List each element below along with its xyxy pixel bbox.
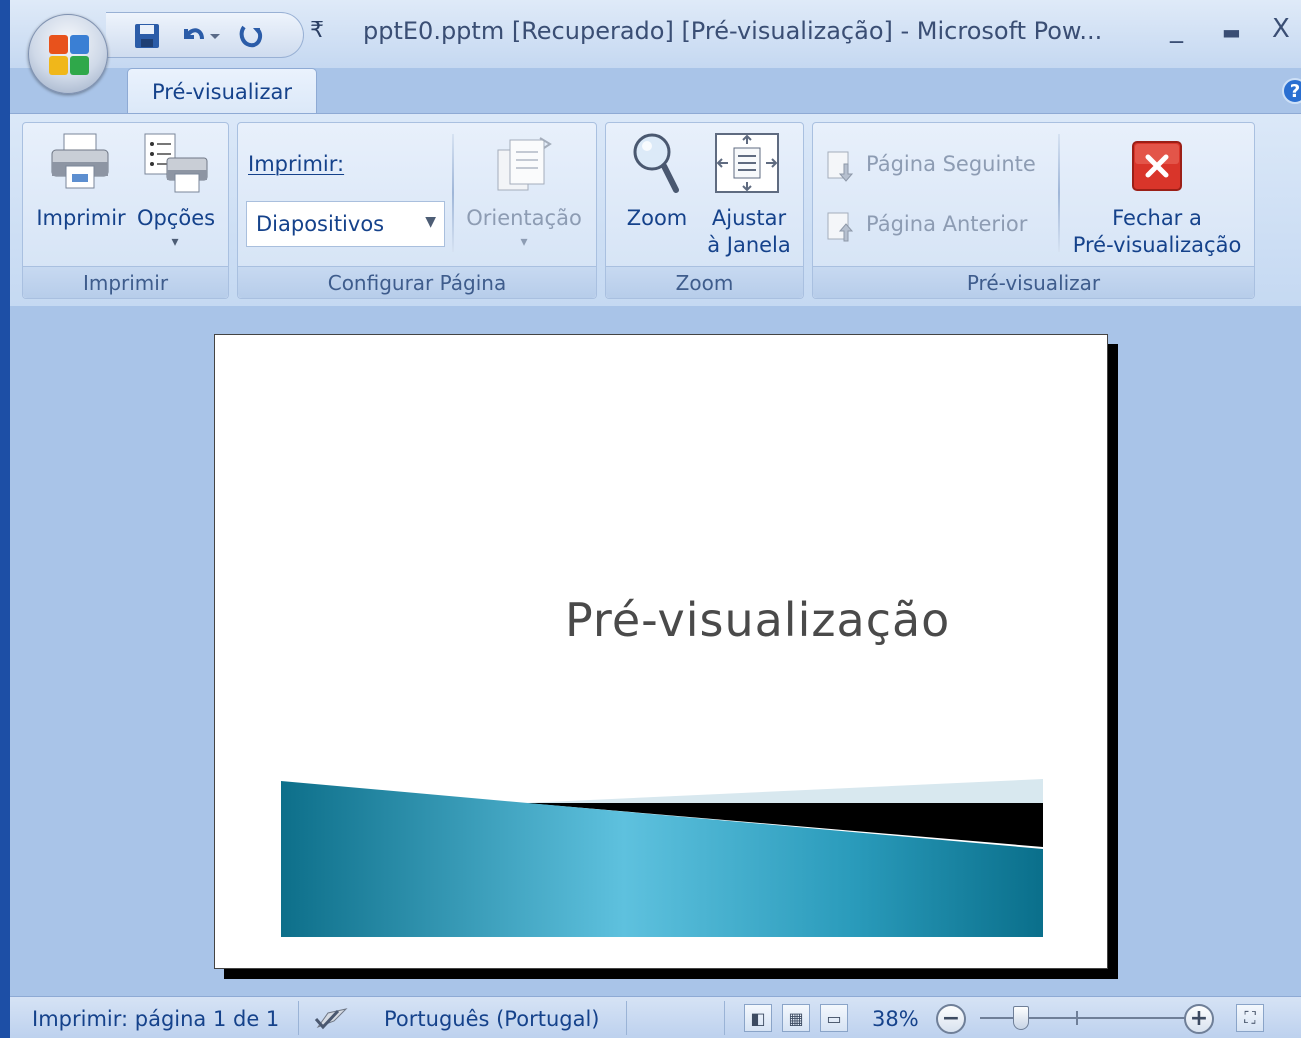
window-title: pptE0.pptm [Recuperado] [Pré-visualizaçã…: [363, 17, 1103, 45]
ribbon: Imprimir Imprimir Opções ▾ Configurar Pá…: [10, 113, 1301, 306]
customize-qat-icon[interactable]: ₹: [310, 18, 324, 43]
help-icon[interactable]: ?: [1282, 78, 1301, 104]
orientation-icon[interactable]: [494, 136, 554, 196]
zoom-slider[interactable]: [980, 1017, 1192, 1019]
quick-access-toolbar: [106, 12, 304, 58]
spellcheck-icon[interactable]: [314, 1005, 348, 1033]
status-divider: [626, 1001, 627, 1035]
zoom-level[interactable]: 38%: [872, 1007, 919, 1031]
group-label-configurar: Configurar Página: [238, 266, 596, 298]
tab-pre-visualizar[interactable]: Pré-visualizar: [127, 68, 317, 114]
maximize-button[interactable]: ▬: [1222, 20, 1241, 44]
zoom-button[interactable]: Zoom: [622, 205, 692, 232]
print-options-icon[interactable]: [143, 132, 209, 194]
fit-window-label-2[interactable]: à Janela: [704, 232, 794, 259]
undo-icon[interactable]: [178, 21, 208, 51]
close-preview-label-2[interactable]: Pré-visualização: [1068, 232, 1246, 259]
previous-page-icon[interactable]: [826, 211, 856, 243]
slide-preview[interactable]: Pré-visualização: [214, 334, 1108, 969]
fit-window-label-1[interactable]: Ajustar: [704, 205, 794, 232]
redo-icon[interactable]: [236, 21, 266, 51]
fit-slide-icon[interactable]: ⛶: [1236, 1004, 1264, 1032]
chevron-down-icon: ▼: [425, 214, 436, 230]
save-icon[interactable]: [132, 21, 162, 51]
undo-dropdown-icon[interactable]: [208, 21, 222, 51]
print-what-label: Imprimir:: [248, 152, 345, 176]
group-label-imprimir: Imprimir: [23, 266, 228, 298]
status-divider: [298, 1001, 299, 1035]
next-page-icon[interactable]: [826, 150, 856, 182]
close-preview-icon[interactable]: [1131, 140, 1183, 192]
slide-show-view-icon[interactable]: ▭: [820, 1004, 848, 1032]
printer-icon[interactable]: [48, 132, 112, 192]
zoom-in-button[interactable]: +: [1184, 1004, 1214, 1034]
orientation-button[interactable]: Orientação: [465, 205, 583, 232]
options-button[interactable]: Opções: [136, 205, 216, 232]
slide-banner-graphic: [281, 779, 1043, 937]
orientation-dropdown-icon[interactable]: ▾: [514, 229, 534, 256]
slide-sorter-view-icon[interactable]: ▦: [782, 1004, 810, 1032]
zoom-slider-center-tick: [1076, 1011, 1078, 1025]
office-button[interactable]: [28, 14, 108, 94]
status-bar: Imprimir: página 1 de 1 Português (Portu…: [10, 996, 1301, 1038]
normal-view-icon[interactable]: ◧: [744, 1004, 772, 1032]
group-divider: [1058, 134, 1060, 252]
office-logo-icon: [49, 35, 89, 75]
fit-to-window-icon[interactable]: [714, 132, 780, 194]
next-page-button[interactable]: Página Seguinte: [866, 151, 1036, 178]
status-divider: [724, 1001, 725, 1035]
group-divider: [452, 134, 454, 252]
magnifier-icon[interactable]: [630, 130, 680, 194]
group-label-zoom: Zoom: [606, 266, 803, 298]
page-info: Imprimir: página 1 de 1: [32, 1007, 280, 1031]
previous-page-button[interactable]: Página Anterior: [866, 211, 1027, 238]
close-preview-label-1[interactable]: Fechar a: [1068, 205, 1246, 232]
group-label-pre-visualizar: Pré-visualizar: [813, 266, 1254, 298]
minimize-button[interactable]: _: [1170, 14, 1183, 44]
zoom-slider-thumb[interactable]: [1013, 1006, 1029, 1030]
options-dropdown-icon[interactable]: ▾: [165, 229, 185, 256]
print-button[interactable]: Imprimir: [36, 205, 126, 232]
close-window-button[interactable]: X: [1272, 14, 1290, 44]
print-what-value: Diapositivos: [256, 212, 385, 236]
app-window: ₹ pptE0.pptm [Recuperado] [Pré-visualiza…: [10, 0, 1301, 1038]
zoom-out-button[interactable]: −: [936, 1004, 966, 1034]
language-status[interactable]: Português (Portugal): [384, 1007, 599, 1031]
print-what-select[interactable]: Diapositivos ▼: [246, 201, 445, 247]
